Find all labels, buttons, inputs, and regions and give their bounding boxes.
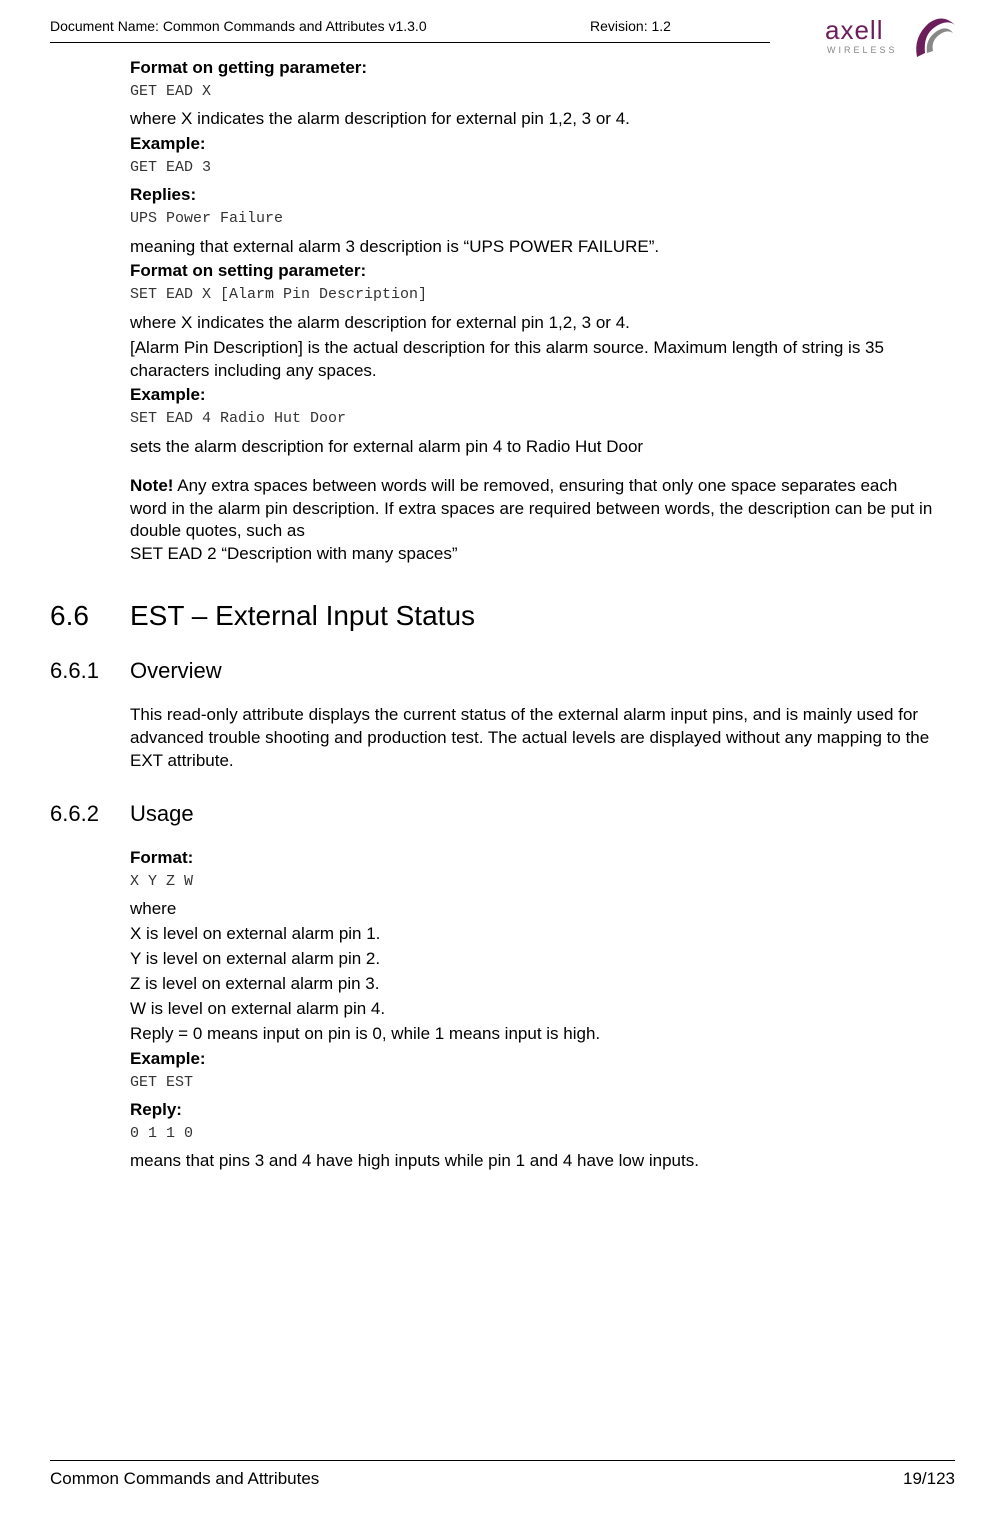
set-result: sets the alarm description for external … xyxy=(130,436,935,459)
doc-name: Document Name: Common Commands and Attri… xyxy=(50,18,427,34)
section-title: EST – External Input Status xyxy=(130,600,475,632)
header-divider xyxy=(50,42,770,43)
example-label-1: Example: xyxy=(130,133,935,156)
main-content: Format on getting parameter: GET EAD X w… xyxy=(130,57,935,566)
section-number: 6.6 xyxy=(50,600,130,632)
reply-value: 0 1 1 0 xyxy=(130,1124,935,1144)
section-6-6-1-heading: 6.6.1 Overview xyxy=(50,658,955,684)
replies-description: meaning that external alarm 3 descriptio… xyxy=(130,236,935,259)
brand-logo: axell WIRELESS xyxy=(825,13,965,68)
replies-label: Replies: xyxy=(130,184,935,207)
example-label-2: Example: xyxy=(130,384,935,407)
subsection-number: 6.6.1 xyxy=(50,658,130,684)
set-description-2: [Alarm Pin Description] is the actual de… xyxy=(130,337,935,383)
get-example: GET EAD 3 xyxy=(130,158,935,178)
example-label-3: Example: xyxy=(130,1048,935,1071)
note-label: Note! xyxy=(130,476,173,495)
get-command: GET EAD X xyxy=(130,82,935,102)
format-get-heading: Format on getting parameter: xyxy=(130,57,935,80)
logo-subtext: WIRELESS xyxy=(827,45,898,55)
pin-4-desc: W is level on external alarm pin 4. xyxy=(130,998,935,1021)
get-description: where X indicates the alarm description … xyxy=(130,108,935,131)
reply-desc: Reply = 0 means input on pin is 0, while… xyxy=(130,1023,935,1046)
format-label: Format: xyxy=(130,847,935,870)
section-6-6-heading: 6.6 EST – External Input Status xyxy=(50,600,955,632)
usage-content: Format: X Y Z W where X is level on exte… xyxy=(130,847,935,1173)
page-header: Document Name: Common Commands and Attri… xyxy=(50,18,955,34)
pin-3-desc: Z is level on external alarm pin 3. xyxy=(130,973,935,996)
pin-2-desc: Y is level on external alarm pin 2. xyxy=(130,948,935,971)
note-block: Note! Any extra spaces between words wil… xyxy=(130,475,935,567)
replies-value: UPS Power Failure xyxy=(130,209,935,229)
format-value: X Y Z W xyxy=(130,872,935,892)
overview-content: This read-only attribute displays the cu… xyxy=(130,704,935,773)
overview-body: This read-only attribute displays the cu… xyxy=(130,704,935,773)
set-command: SET EAD X [Alarm Pin Description] xyxy=(130,285,935,305)
logo-swoosh-icon xyxy=(916,18,955,57)
note-text: Any extra spaces between words will be r… xyxy=(130,476,932,541)
page-number: 19/123 xyxy=(903,1469,955,1489)
note-example: SET EAD 2 “Description with many spaces” xyxy=(130,543,935,566)
subsection-title: Overview xyxy=(130,658,222,684)
logo-text: axell xyxy=(825,15,883,45)
where-label: where xyxy=(130,898,935,921)
revision: Revision: 1.2 xyxy=(590,18,671,34)
set-description-1: where X indicates the alarm description … xyxy=(130,312,935,335)
subsection-number: 6.6.2 xyxy=(50,801,130,827)
example-command: GET EST xyxy=(130,1073,935,1093)
footer-title: Common Commands and Attributes xyxy=(50,1469,319,1489)
reply-meaning: means that pins 3 and 4 have high inputs… xyxy=(130,1150,935,1173)
set-example: SET EAD 4 Radio Hut Door xyxy=(130,409,935,429)
pin-1-desc: X is level on external alarm pin 1. xyxy=(130,923,935,946)
subsection-title: Usage xyxy=(130,801,194,827)
section-6-6-2-heading: 6.6.2 Usage xyxy=(50,801,955,827)
reply-label: Reply: xyxy=(130,1099,935,1122)
footer-divider xyxy=(50,1460,955,1461)
format-set-heading: Format on setting parameter: xyxy=(130,260,935,283)
page-footer: Common Commands and Attributes 19/123 xyxy=(50,1460,955,1489)
